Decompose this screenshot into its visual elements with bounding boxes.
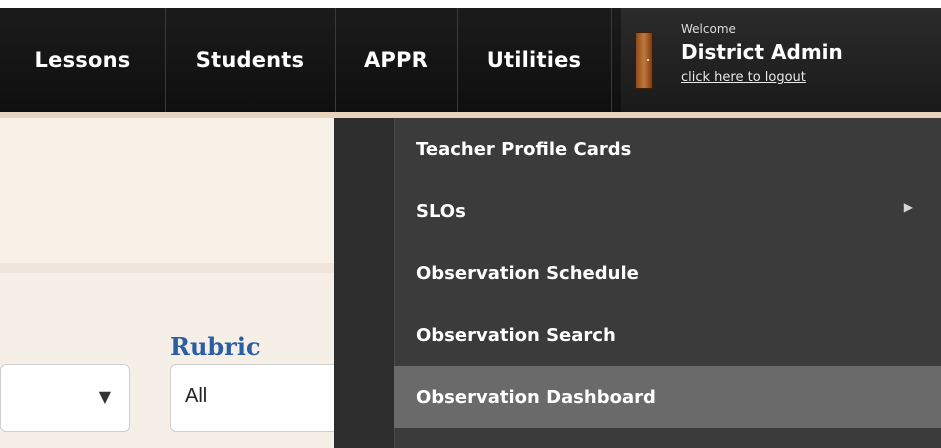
nav-utilities-label: Utilities — [486, 48, 582, 72]
menu-item-label: Observation Dashboard — [416, 386, 656, 408]
nav-lessons-label: Lessons — [34, 48, 131, 72]
rubric-select-value: All — [185, 385, 208, 407]
menu-item-observation-dashboard[interactable]: Observation Dashboard — [394, 366, 941, 428]
menu-item-slos[interactable]: SLOs ▶ — [394, 180, 941, 242]
menu-item-label: SLOs — [416, 200, 466, 222]
user-name: District Admin — [681, 40, 843, 64]
nav-appr-label: APPR — [363, 48, 428, 72]
menu-item-label: Teacher Profile Cards — [416, 138, 632, 160]
chevron-down-icon: ▼ — [98, 387, 111, 406]
appr-dropdown-menu: Teacher Profile Cards SLOs ▶ Observation… — [334, 118, 941, 448]
nav-students-label: Students — [195, 48, 305, 72]
rubric-label: Rubric — [170, 332, 261, 361]
door-icon — [635, 32, 653, 89]
menu-item-observation-search[interactable]: Observation Search — [394, 304, 941, 366]
nav-lessons[interactable]: Lessons — [0, 8, 166, 112]
welcome-text: Welcome — [681, 22, 736, 36]
user-panel: Welcome District Admin click here to log… — [621, 8, 941, 112]
rubric-select[interactable]: All — [170, 364, 342, 432]
menu-item-observation-schedule[interactable]: Observation Schedule — [394, 242, 941, 304]
nav-appr[interactable]: APPR — [335, 8, 458, 112]
menu-item-label: Observation Search — [416, 324, 616, 346]
nav-utilities[interactable]: Utilities — [457, 8, 612, 112]
menu-item-teacher-profile-cards[interactable]: Teacher Profile Cards — [394, 118, 941, 180]
chevron-right-icon: ▶ — [903, 200, 913, 214]
logout-link[interactable]: click here to logout — [681, 70, 806, 85]
menu-item-label: Observation Schedule — [416, 262, 639, 284]
dropdown-gutter — [334, 118, 394, 448]
filter-select[interactable]: ▼ — [0, 364, 130, 432]
nav-students[interactable]: Students — [165, 8, 336, 112]
top-strip — [0, 0, 941, 8]
